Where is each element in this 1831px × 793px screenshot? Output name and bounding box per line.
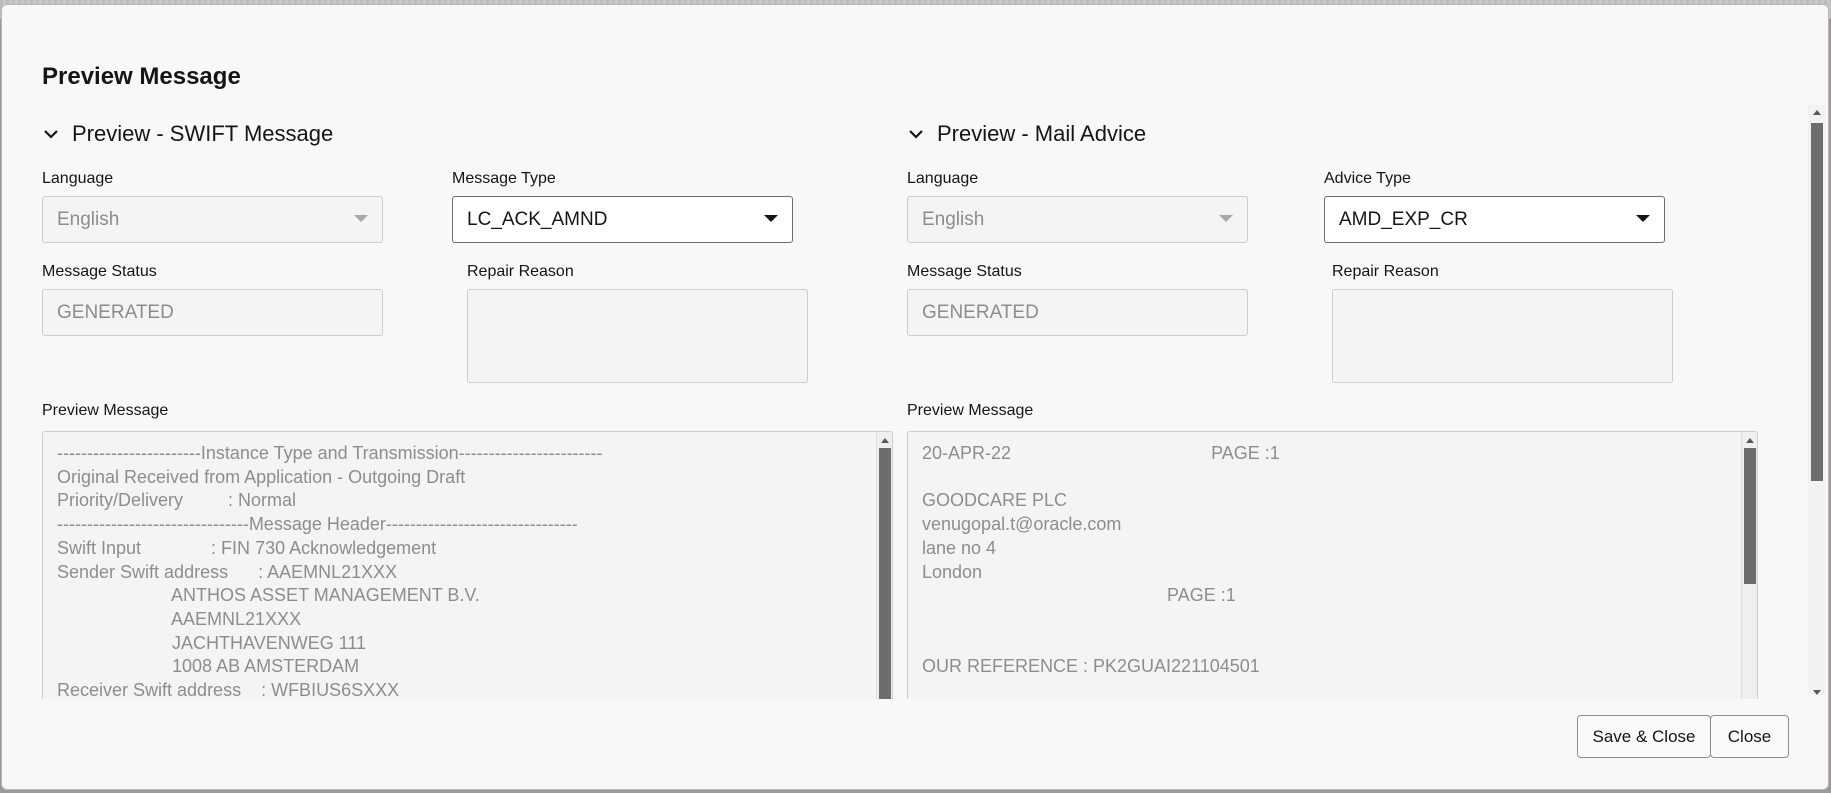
save-close-button[interactable]: Save & Close <box>1577 715 1711 758</box>
mail-preview-content: 20-APR-22 PAGE :1 GOODCARE PLC venugopal… <box>922 443 1280 677</box>
chevron-down-icon <box>44 130 58 139</box>
scroll-up-icon[interactable] <box>1746 438 1754 443</box>
caret-down-icon <box>1219 215 1233 222</box>
swift-preview-textarea[interactable]: ------------------------Instance Type an… <box>42 431 893 699</box>
mail-language-select[interactable]: English <box>907 196 1248 243</box>
close-button[interactable]: Close <box>1710 715 1789 758</box>
message-type-label: Message Type <box>452 170 556 187</box>
mail-language-label: Language <box>907 170 979 187</box>
swift-repair-reason-label: Repair Reason <box>467 263 574 280</box>
swift-language-label: Language <box>42 170 114 187</box>
mail-section-title: Preview - Mail Advice <box>937 121 1147 146</box>
swift-language-value: English <box>57 208 120 230</box>
mail-section-toggle[interactable]: Preview - Mail Advice <box>907 121 1146 147</box>
swift-preview-label: Preview Message <box>42 402 169 419</box>
swift-message-status-label: Message Status <box>42 263 157 280</box>
message-type-select[interactable]: LC_ACK_AMND <box>452 196 793 243</box>
mail-preview-textarea[interactable]: 20-APR-22 PAGE :1 GOODCARE PLC venugopal… <box>907 431 1758 699</box>
swift-repair-reason-textarea[interactable] <box>467 289 808 383</box>
mail-message-status-field: GENERATED <box>907 289 1248 336</box>
scroll-thumb[interactable] <box>879 448 891 699</box>
mail-language-value: English <box>922 208 985 230</box>
swift-language-select[interactable]: English <box>42 196 383 243</box>
scroll-up-icon[interactable] <box>1813 110 1821 115</box>
dialog-title: Preview Message <box>42 63 241 90</box>
mail-message-status-label: Message Status <box>907 263 1022 280</box>
swift-message-status-value: GENERATED <box>57 301 174 323</box>
caret-down-icon <box>354 215 368 222</box>
mail-repair-reason-textarea[interactable] <box>1332 289 1673 383</box>
advice-type-value: AMD_EXP_CR <box>1339 208 1468 230</box>
swift-section-toggle[interactable]: Preview - SWIFT Message <box>42 121 333 147</box>
mail-message-status-value: GENERATED <box>922 301 1039 323</box>
mail-repair-reason-label: Repair Reason <box>1332 263 1439 280</box>
advice-type-select[interactable]: AMD_EXP_CR <box>1324 196 1665 243</box>
scroll-thumb[interactable] <box>1811 123 1823 481</box>
message-type-value: LC_ACK_AMND <box>467 208 608 230</box>
mail-preview-scrollbar[interactable] <box>1741 432 1757 699</box>
preview-message-dialog: Preview Message Preview - SWIFT Message … <box>1 4 1829 790</box>
advice-type-label: Advice Type <box>1324 170 1411 187</box>
scroll-thumb[interactable] <box>1744 448 1756 584</box>
swift-section-title: Preview - SWIFT Message <box>72 121 334 146</box>
dialog-scrollbar[interactable] <box>1808 105 1826 695</box>
chevron-down-icon <box>909 130 923 139</box>
swift-preview-content: ------------------------Instance Type an… <box>57 443 603 699</box>
caret-down-icon <box>1636 215 1650 222</box>
caret-down-icon <box>764 215 778 222</box>
swift-preview-scrollbar[interactable] <box>876 432 892 699</box>
scroll-down-icon[interactable] <box>1813 690 1821 695</box>
scroll-up-icon[interactable] <box>881 438 889 443</box>
mail-preview-label: Preview Message <box>907 402 1034 419</box>
swift-message-status-field: GENERATED <box>42 289 383 336</box>
